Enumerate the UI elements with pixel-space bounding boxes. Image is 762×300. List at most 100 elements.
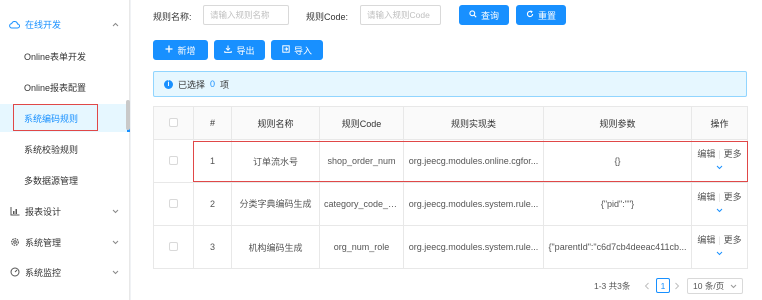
sidebar-item-code-rule[interactable]: 系统编码规则 bbox=[0, 104, 130, 132]
column-header: 规则名称 bbox=[231, 106, 320, 140]
import-icon bbox=[282, 45, 290, 55]
row-params: {"pid":""} bbox=[543, 182, 692, 226]
row-impl: org.jeecg.modules.online.cgfor... bbox=[403, 139, 544, 183]
sidebar-group-label: 系统监控 bbox=[25, 267, 62, 278]
row-checkbox[interactable] bbox=[169, 198, 178, 208]
row-name: 分类字典编码生成 bbox=[231, 182, 320, 226]
more-link[interactable]: 更多 bbox=[724, 235, 742, 245]
selection-alert: i 已选择 0 项 bbox=[153, 71, 747, 97]
row-index: 2 bbox=[193, 182, 232, 226]
row-impl: org.jeecg.modules.system.rule... bbox=[403, 225, 544, 269]
export-button-label: 导出 bbox=[236, 45, 255, 56]
prev-page-icon[interactable] bbox=[641, 279, 653, 293]
sidebar-group-label: 报表设计 bbox=[25, 206, 62, 217]
rule-name-input[interactable] bbox=[203, 5, 289, 25]
row-actions: 编辑 | 更多 bbox=[691, 225, 748, 269]
row-checkbox[interactable] bbox=[169, 155, 178, 165]
row-actions: 编辑 | 更多 bbox=[691, 139, 748, 183]
pagination-total: 1-3 共3条 bbox=[594, 281, 631, 291]
row-code: org_num_role bbox=[319, 225, 404, 269]
column-header: # bbox=[193, 106, 232, 140]
select-all-checkbox[interactable] bbox=[169, 117, 178, 127]
add-button[interactable]: 新增 bbox=[153, 40, 208, 60]
row-name: 订单流水号 bbox=[231, 139, 320, 183]
sidebar-item-online-form[interactable]: Online表单开发 bbox=[0, 42, 130, 70]
main-content: 规则名称: 规则Code: 查询 重置 新增 导出 bbox=[131, 0, 762, 300]
row-name: 机构编码生成 bbox=[231, 225, 320, 269]
sidebar-item-online-report[interactable]: Online报表配置 bbox=[0, 73, 130, 101]
column-header: 操作 bbox=[691, 106, 748, 140]
rules-table: # 规则名称 规则Code 规则实现类 规则参数 操作 1 订单流水号 shop… bbox=[153, 106, 748, 269]
rule-code-input[interactable] bbox=[360, 5, 441, 25]
gear-icon bbox=[9, 237, 20, 248]
table-row[interactable]: 2 分类字典编码生成 category_code_rule org.jeecg.… bbox=[153, 182, 748, 226]
sidebar-group-system-monitor[interactable]: 系统监控 bbox=[0, 259, 130, 285]
export-button[interactable]: 导出 bbox=[214, 40, 265, 60]
column-header: 规则参数 bbox=[543, 106, 692, 140]
sidebar-group-online-dev[interactable]: 在线开发 bbox=[0, 11, 130, 37]
row-code: shop_order_num bbox=[319, 139, 404, 183]
more-link[interactable]: 更多 bbox=[724, 149, 742, 159]
rule-code-label: 规则Code: bbox=[306, 12, 349, 22]
dashboard-icon bbox=[9, 267, 20, 278]
query-button[interactable]: 查询 bbox=[459, 5, 509, 25]
row-params: {} bbox=[543, 139, 692, 183]
chevron-down-icon[interactable] bbox=[696, 247, 743, 260]
chevron-down-icon bbox=[108, 207, 122, 216]
table-header-row: # 规则名称 规则Code 规则实现类 规则参数 操作 bbox=[153, 106, 748, 140]
page-number-current[interactable]: 1 bbox=[656, 278, 670, 293]
bar-chart-icon bbox=[9, 206, 20, 217]
edit-link[interactable]: 编辑 bbox=[697, 149, 715, 159]
sidebar-item-check-rule[interactable]: 系统校验规则 bbox=[0, 135, 130, 163]
row-checkbox[interactable] bbox=[169, 241, 178, 251]
chevron-down-icon bbox=[108, 268, 122, 277]
app-root: 在线开发 Online表单开发 Online报表配置 系统编码规则 系统校验规则… bbox=[0, 0, 762, 300]
row-index: 1 bbox=[193, 139, 232, 183]
column-header: 规则Code bbox=[319, 106, 404, 140]
row-actions: 编辑 | 更多 bbox=[691, 182, 748, 226]
table-row[interactable]: 1 订单流水号 shop_order_num org.jeecg.modules… bbox=[153, 139, 748, 183]
reset-button-label: 重置 bbox=[537, 10, 556, 21]
column-header: 规则实现类 bbox=[403, 106, 544, 140]
import-button[interactable]: 导入 bbox=[271, 40, 323, 60]
page-size-value: 10 条/页 bbox=[693, 281, 725, 291]
selection-count: 0 bbox=[210, 79, 216, 89]
sidebar-item-label: Online报表配置 bbox=[24, 82, 87, 93]
add-button-label: 新增 bbox=[177, 45, 196, 56]
plus-icon bbox=[165, 45, 173, 55]
edit-link[interactable]: 编辑 bbox=[697, 192, 715, 202]
chevron-down-icon[interactable] bbox=[696, 161, 743, 174]
edit-link[interactable]: 编辑 bbox=[697, 235, 715, 245]
download-icon bbox=[224, 45, 233, 55]
sidebar-group-label: 系统管理 bbox=[25, 237, 62, 248]
row-impl: org.jeecg.modules.system.rule... bbox=[403, 182, 544, 226]
select-all-cell[interactable] bbox=[153, 106, 194, 140]
reset-button[interactable]: 重置 bbox=[516, 5, 566, 25]
sidebar-item-label: Online表单开发 bbox=[24, 51, 87, 62]
row-code: category_code_rule bbox=[319, 182, 404, 226]
sidebar-item-label: 系统编码规则 bbox=[24, 113, 79, 124]
import-button-label: 导入 bbox=[293, 45, 312, 56]
sidebar: 在线开发 Online表单开发 Online报表配置 系统编码规则 系统校验规则… bbox=[0, 0, 130, 300]
more-link[interactable]: 更多 bbox=[724, 192, 742, 202]
chevron-up-icon bbox=[108, 20, 122, 29]
sidebar-scrollbar[interactable] bbox=[126, 100, 130, 130]
sidebar-group-report-design[interactable]: 报表设计 bbox=[0, 198, 130, 224]
selection-suffix: 项 bbox=[220, 79, 230, 90]
selection-prefix: 已选择 bbox=[178, 79, 206, 90]
chevron-down-icon[interactable] bbox=[696, 204, 743, 217]
next-page-icon[interactable] bbox=[671, 279, 683, 293]
query-button-label: 查询 bbox=[480, 10, 499, 21]
sidebar-group-system-manage[interactable]: 系统管理 bbox=[0, 229, 130, 255]
cloud-icon bbox=[9, 19, 20, 30]
search-icon bbox=[469, 10, 477, 20]
info-icon: i bbox=[164, 79, 173, 89]
sidebar-item-label: 多数据源管理 bbox=[24, 175, 79, 186]
reload-icon bbox=[526, 10, 534, 20]
rule-name-label: 规则名称: bbox=[153, 12, 192, 22]
table-row[interactable]: 3 机构编码生成 org_num_role org.jeecg.modules.… bbox=[153, 225, 748, 269]
sidebar-group-label: 在线开发 bbox=[25, 19, 62, 30]
chevron-down-icon bbox=[108, 238, 122, 247]
sidebar-item-datasource[interactable]: 多数据源管理 bbox=[0, 166, 130, 194]
page-size-select[interactable]: 10 条/页 bbox=[687, 278, 743, 294]
